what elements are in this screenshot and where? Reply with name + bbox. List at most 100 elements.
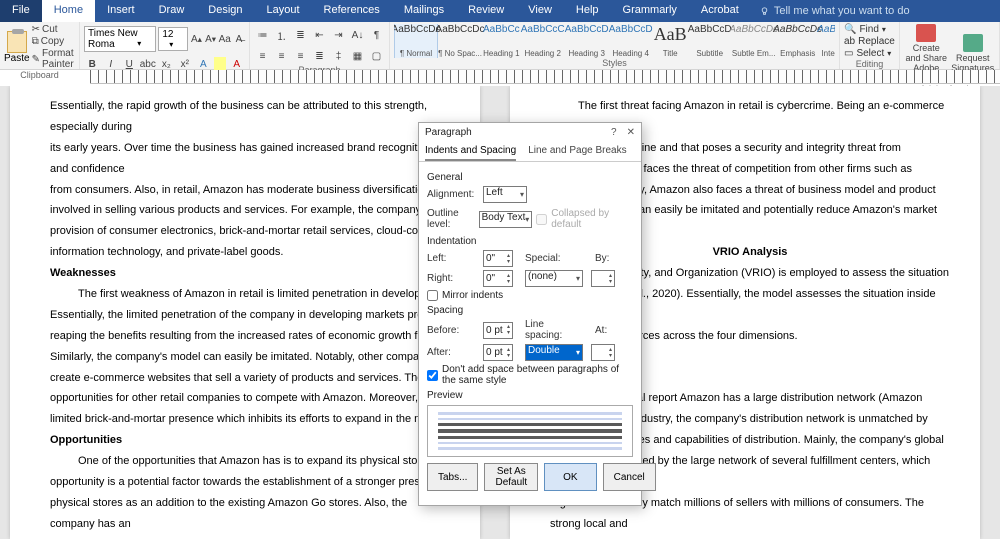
dialog-tab-breaks[interactable]: Line and Page Breaks bbox=[528, 142, 626, 161]
section-general: General bbox=[427, 172, 633, 183]
show-marks-button[interactable]: ¶ bbox=[368, 26, 385, 44]
bullets-button[interactable]: ≔ bbox=[254, 26, 271, 44]
editing-group-label: Editing bbox=[844, 59, 895, 70]
section-preview: Preview bbox=[427, 390, 633, 401]
styles-gallery[interactable]: AaBbCcDc¶ Normal AaBbCcDc¶ No Spac... Aa… bbox=[394, 24, 835, 58]
tab-draw[interactable]: Draw bbox=[147, 0, 197, 22]
tab-view[interactable]: View bbox=[516, 0, 564, 22]
lightbulb-icon bbox=[759, 6, 770, 17]
cut-button[interactable]: ✂ Cut bbox=[32, 24, 75, 35]
tab-home[interactable]: Home bbox=[42, 0, 95, 22]
left-indent-spinner[interactable]: 0"▴▾ bbox=[483, 250, 513, 267]
style-emphasis[interactable]: AaBbCcDcEmphasis bbox=[776, 24, 820, 58]
decrease-indent-button[interactable]: ⇤ bbox=[311, 26, 328, 44]
style-heading2[interactable]: AaBbCcCHeading 2 bbox=[521, 24, 565, 58]
at-spinner[interactable]: ▴▾ bbox=[591, 344, 615, 361]
format-painter-button[interactable]: ✎ Format Painter bbox=[32, 48, 75, 70]
tab-design[interactable]: Design bbox=[196, 0, 254, 22]
pdf-icon bbox=[916, 24, 936, 42]
body-text: information technology, and private-labe… bbox=[50, 242, 450, 263]
ok-button[interactable]: OK bbox=[544, 463, 596, 491]
body-text: its early years. Over time the business … bbox=[50, 138, 450, 180]
tab-layout[interactable]: Layout bbox=[255, 0, 312, 22]
right-indent-spinner[interactable]: 0"▴▾ bbox=[483, 270, 513, 287]
increase-indent-button[interactable]: ⇥ bbox=[330, 26, 347, 44]
signature-icon bbox=[963, 34, 983, 52]
style-subtitle[interactable]: AaBbCcDSubtitle bbox=[688, 24, 732, 58]
right-indent-label: Right: bbox=[427, 273, 479, 284]
tab-review[interactable]: Review bbox=[456, 0, 516, 22]
tab-acrobat[interactable]: Acrobat bbox=[689, 0, 751, 22]
dont-add-space-checkbox[interactable] bbox=[427, 370, 438, 381]
tabs-button[interactable]: Tabs... bbox=[427, 463, 478, 491]
change-case-button[interactable]: Aa bbox=[219, 30, 231, 48]
style-subtle-em[interactable]: AaBbCcDcSubtle Em... bbox=[732, 24, 776, 58]
left-indent-label: Left: bbox=[427, 253, 479, 264]
horizontal-ruler[interactable] bbox=[90, 70, 1000, 84]
mirror-indents-checkbox[interactable] bbox=[427, 290, 438, 301]
clear-format-button[interactable]: A̶ bbox=[233, 30, 245, 48]
outline-select[interactable]: Body Text▾ bbox=[479, 211, 533, 228]
copy-button[interactable]: ⧉ Copy bbox=[32, 36, 75, 47]
shading-button[interactable]: ▦ bbox=[349, 47, 366, 65]
align-center-button[interactable]: ≡ bbox=[273, 47, 290, 65]
body-text: reaping the benefits resulting from the … bbox=[50, 326, 450, 347]
request-sign-button[interactable]: Request Signatures bbox=[951, 34, 996, 74]
before-spinner[interactable]: 0 pt▴▾ bbox=[483, 322, 513, 339]
body-text: opportunity to expand in developing mark… bbox=[50, 535, 450, 539]
style-heading4[interactable]: AaBbCcDHeading 4 bbox=[609, 24, 653, 58]
align-right-button[interactable]: ≡ bbox=[292, 47, 309, 65]
clipboard-group-label: Clipboard bbox=[4, 70, 75, 81]
tab-references[interactable]: References bbox=[312, 0, 392, 22]
cancel-button[interactable]: Cancel bbox=[603, 463, 656, 491]
heading-weaknesses: Weaknesses bbox=[50, 263, 450, 284]
shrink-font-button[interactable]: A▾ bbox=[204, 30, 216, 48]
set-default-button[interactable]: Set As Default bbox=[484, 463, 538, 491]
highlight-button[interactable] bbox=[214, 57, 227, 71]
by-spinner[interactable]: ▴▾ bbox=[591, 270, 615, 287]
numbering-button[interactable]: ⒈ bbox=[273, 26, 290, 44]
tab-mailings[interactable]: Mailings bbox=[392, 0, 456, 22]
special-select[interactable]: (none)▾ bbox=[525, 270, 583, 287]
paragraph-dialog: Paragraph ? ✕ Indents and Spacing Line a… bbox=[418, 122, 642, 506]
replace-button[interactable]: ab Replace bbox=[844, 36, 895, 47]
line-spacing-select[interactable]: Double▾ bbox=[525, 344, 583, 361]
section-spacing: Spacing bbox=[427, 305, 633, 316]
style-nospacing[interactable]: AaBbCcDc¶ No Spac... bbox=[438, 24, 482, 58]
align-left-button[interactable]: ≡ bbox=[254, 47, 271, 65]
line-spacing-button[interactable]: ‡ bbox=[330, 47, 347, 65]
body-text: create e-commerce websites that sell a v… bbox=[50, 368, 450, 389]
paste-button[interactable]: Paste bbox=[4, 31, 30, 64]
find-button[interactable]: 🔍 Find ▾ bbox=[844, 24, 895, 35]
help-button[interactable]: ? bbox=[611, 127, 617, 138]
style-heading3[interactable]: AaBbCcDHeading 3 bbox=[565, 24, 609, 58]
line-spacing-label: Line spacing: bbox=[525, 319, 581, 341]
body-text: Essentially, the rapid growth of the bus… bbox=[50, 96, 450, 138]
after-spinner[interactable]: 0 pt▴▾ bbox=[483, 344, 513, 361]
style-heading1[interactable]: AaBbCcHeading 1 bbox=[482, 24, 521, 58]
body-text: opportunity is a potential factor toward… bbox=[50, 472, 450, 493]
tab-grammarly[interactable]: Grammarly bbox=[611, 0, 689, 22]
menu-bar: File Home Insert Draw Design Layout Refe… bbox=[0, 0, 1000, 22]
style-intense[interactable]: AaBbCcDcIntense E... bbox=[820, 24, 835, 58]
section-indentation: Indentation bbox=[427, 236, 633, 247]
alignment-select[interactable]: Left▾ bbox=[483, 186, 527, 203]
grow-font-button[interactable]: A▴ bbox=[190, 30, 202, 48]
justify-button[interactable]: ≣ bbox=[311, 47, 328, 65]
style-normal[interactable]: AaBbCcDc¶ Normal bbox=[394, 24, 438, 58]
tab-file[interactable]: File bbox=[0, 0, 42, 22]
font-family-select[interactable]: Times New Roma▾ bbox=[84, 26, 156, 52]
style-title[interactable]: AaBTitle bbox=[653, 24, 688, 58]
multilevel-button[interactable]: ≣ bbox=[292, 26, 309, 44]
sort-button[interactable]: A↓ bbox=[349, 26, 366, 44]
tell-me-search[interactable]: Tell me what you want to do bbox=[751, 0, 918, 22]
close-button[interactable]: ✕ bbox=[627, 127, 635, 138]
tab-help[interactable]: Help bbox=[564, 0, 611, 22]
tab-insert[interactable]: Insert bbox=[95, 0, 147, 22]
select-button[interactable]: ▭ Select ▾ bbox=[844, 48, 895, 59]
at-label: At: bbox=[595, 325, 613, 336]
dialog-tab-indents[interactable]: Indents and Spacing bbox=[425, 142, 516, 161]
borders-button[interactable]: ▢ bbox=[368, 47, 385, 65]
font-size-select[interactable]: 12▾ bbox=[158, 27, 188, 51]
page-left[interactable]: Essentially, the rapid growth of the bus… bbox=[10, 86, 480, 539]
